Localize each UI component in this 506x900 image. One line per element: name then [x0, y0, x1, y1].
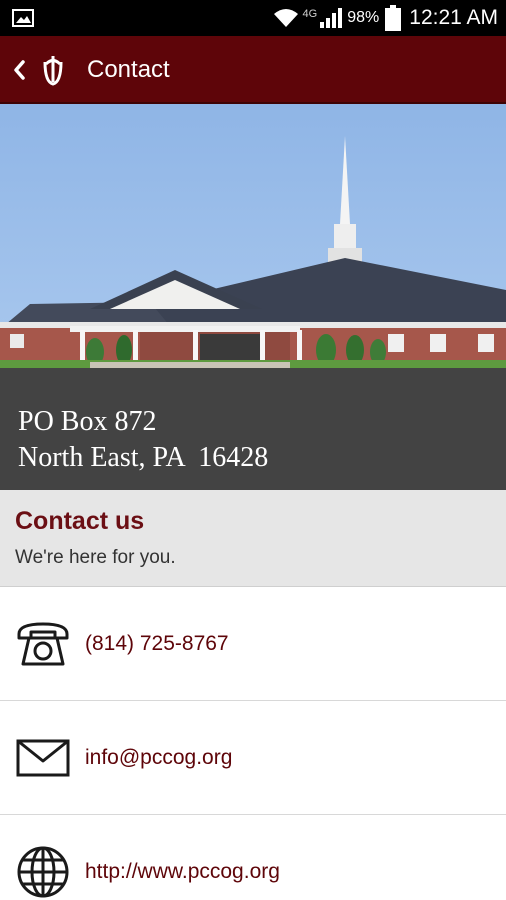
envelope-icon	[15, 731, 71, 785]
section-subtitle: We're here for you.	[15, 547, 176, 568]
battery-percent: 98%	[347, 9, 380, 26]
screen-title: Contact	[87, 56, 170, 83]
address-block: PO Box 872 North East, PA 16428	[18, 404, 268, 476]
network-type: 4G	[302, 8, 318, 20]
wifi-icon	[273, 9, 298, 27]
status-bar: 4G 98% 12:21 AM	[0, 0, 506, 36]
battery-icon	[385, 5, 402, 31]
email-address[interactable]: info@pccog.org	[85, 701, 232, 815]
phone-number[interactable]: (814) 725-8767	[85, 587, 229, 701]
signal-icon	[320, 8, 343, 28]
church-logo[interactable]	[35, 52, 71, 88]
email-row[interactable]: info@pccog.org	[0, 701, 506, 815]
back-button[interactable]	[4, 50, 34, 90]
action-bar: Contact	[0, 36, 506, 104]
image-notification-icon	[12, 9, 34, 27]
section-title: Contact us	[15, 507, 145, 535]
contact-section-header: Contact us We're here for you.	[0, 490, 506, 587]
telephone-icon	[15, 617, 71, 671]
website-url[interactable]: http://www.pccog.org	[85, 815, 280, 900]
globe-icon	[15, 845, 71, 899]
address-line-2: North East, PA 16428	[18, 442, 269, 473]
address-line-1: PO Box 872	[18, 406, 157, 437]
chevron-left-icon	[14, 60, 25, 80]
clock: 12:21 AM	[409, 6, 498, 29]
website-row[interactable]: http://www.pccog.org	[0, 815, 506, 900]
hero-image: PO Box 872 North East, PA 16428	[0, 104, 506, 490]
phone-row[interactable]: (814) 725-8767	[0, 587, 506, 701]
